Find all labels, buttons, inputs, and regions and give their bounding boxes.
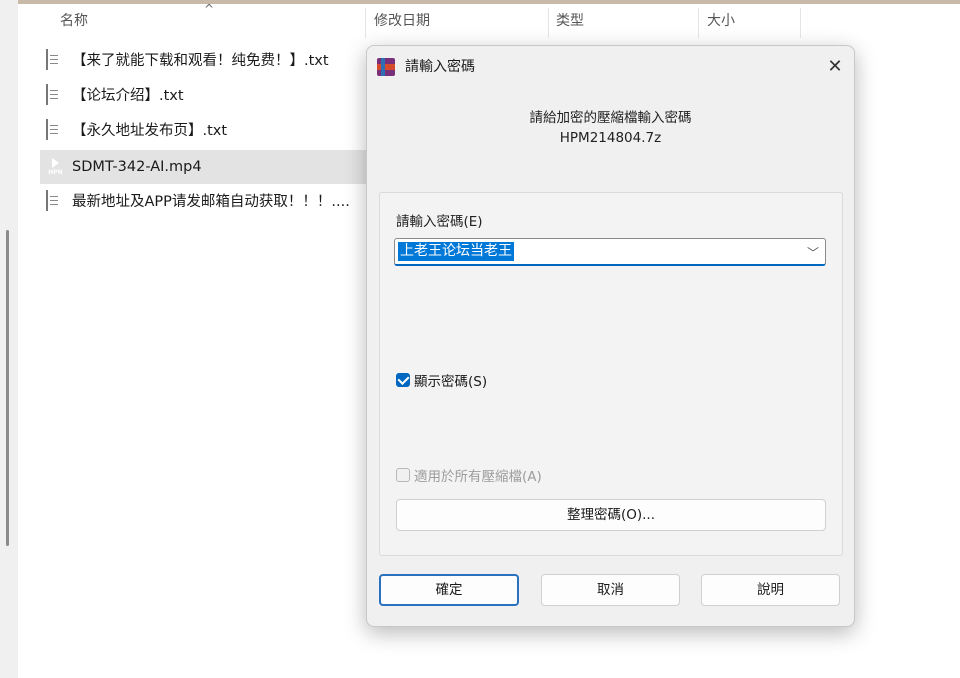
password-dialog: 請輸入密碼 ✕ 請給加密的壓縮檔輸入密碼 HPM214804.7z 請輸入密碼(…: [366, 45, 855, 627]
text-file-icon: [46, 119, 63, 141]
file-name: SDMT-342-AI.mp4: [72, 159, 202, 175]
file-row[interactable]: 【论坛介绍】.txt: [40, 79, 366, 113]
column-divider[interactable]: [800, 8, 801, 38]
dialog-prompt: 請給加密的壓縮檔輸入密碼: [529, 110, 692, 126]
navigation-scrollbar[interactable]: [6, 230, 9, 546]
dialog-title: 請輸入密碼: [405, 59, 475, 75]
column-header-name[interactable]: 名称: [60, 4, 88, 38]
file-name: 最新地址及APP请发邮箱自动获取！！！....: [72, 194, 350, 210]
help-button[interactable]: 說明: [701, 574, 840, 606]
show-password-checkbox[interactable]: [396, 372, 410, 387]
file-row[interactable]: 【永久地址发布页】.txt: [40, 114, 366, 148]
close-icon[interactable]: ✕: [821, 53, 849, 81]
column-header-type[interactable]: 类型: [556, 4, 584, 38]
sort-ascending-icon: ^: [204, 2, 215, 16]
winrar-app-icon: [377, 58, 395, 76]
column-divider[interactable]: [548, 8, 549, 38]
file-name: 【论坛介绍】.txt: [72, 88, 184, 104]
archive-filename: HPM214804.7z: [559, 130, 662, 146]
column-header-bar: 名称 ^ 修改日期 类型 大小: [18, 2, 960, 38]
column-header-size[interactable]: 大小: [707, 4, 735, 38]
text-file-icon: [46, 190, 63, 212]
show-password-label[interactable]: 顯示密碼(S): [414, 370, 487, 390]
file-name: 【永久地址发布页】.txt: [72, 123, 228, 139]
text-file-icon: [46, 84, 63, 106]
password-label: 請輸入密碼(E): [396, 214, 483, 230]
column-divider[interactable]: [365, 8, 366, 38]
text-file-icon: [46, 49, 63, 71]
column-divider[interactable]: [698, 8, 699, 38]
password-combobox[interactable]: 上老王论坛当老王 ﹀: [394, 238, 826, 266]
file-row-selected[interactable]: HPN SDMT-342-AI.mp4: [40, 150, 366, 184]
apply-all-label: 適用於所有壓縮檔(A): [414, 469, 542, 485]
video-icon-label: HPN: [48, 169, 63, 176]
organize-passwords-button[interactable]: 整理密碼(O)...: [396, 499, 826, 531]
file-row[interactable]: 最新地址及APP请发邮箱自动获取！！！....: [40, 185, 366, 219]
cancel-button[interactable]: 取消: [541, 574, 680, 606]
column-header-date-modified[interactable]: 修改日期: [374, 4, 430, 38]
file-name: 【来了就能下载和观看！纯免费！】.txt: [72, 53, 329, 69]
password-group: 請輸入密碼(E) 上老王论坛当老王 ﹀ 顯示密碼(S) 適用於所有壓縮檔(A) …: [379, 192, 843, 556]
password-input-value[interactable]: 上老王论坛当老王: [398, 242, 514, 261]
ok-button[interactable]: 確定: [379, 574, 519, 606]
apply-all-checkbox: [396, 468, 410, 482]
video-file-icon: HPN: [46, 156, 63, 177]
file-row[interactable]: 【来了就能下载和观看！纯免费！】.txt: [40, 44, 366, 78]
navigation-pane-edge: [0, 0, 18, 678]
chevron-down-icon[interactable]: ﹀: [807, 244, 819, 261]
